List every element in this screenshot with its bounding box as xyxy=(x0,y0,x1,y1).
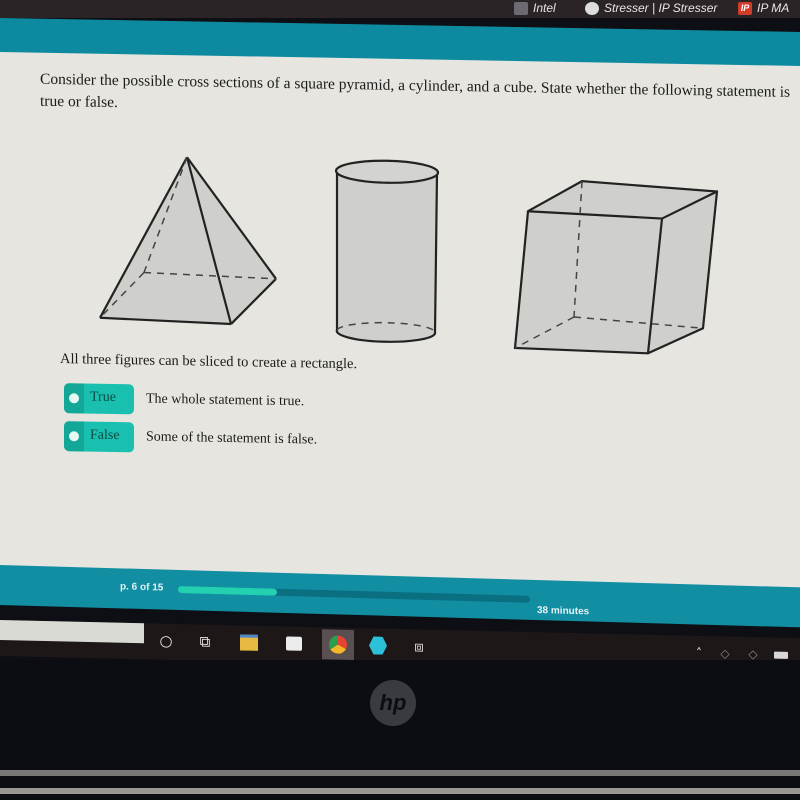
true-button[interactable]: True xyxy=(64,383,134,415)
laptop-hinge xyxy=(0,770,800,776)
progress-fill xyxy=(178,585,277,596)
store-icon[interactable] xyxy=(283,632,305,654)
task-view-icon[interactable]: ⧉ xyxy=(194,630,216,652)
square-pyramid-figure xyxy=(99,156,277,326)
bookmark-stresser[interactable]: Stresser | IP Stresser xyxy=(585,0,717,16)
x-icon xyxy=(514,1,528,15)
browser-bookmarks-bar: Intel Stresser | IP Stresser IP IP MA xyxy=(0,0,800,18)
cylinder-figure xyxy=(334,159,440,343)
false-button[interactable]: False xyxy=(64,421,134,453)
option-false[interactable]: False Some of the statement is false. xyxy=(64,421,317,455)
bookmark-intel[interactable]: Intel xyxy=(514,0,556,16)
figures xyxy=(99,156,719,355)
question-page: Consider the possible cross sections of … xyxy=(0,52,800,596)
radio-circle-icon xyxy=(69,393,79,404)
ip-icon: IP xyxy=(738,1,752,15)
file-explorer-icon[interactable] xyxy=(238,631,260,653)
true-description: The whole statement is true. xyxy=(146,391,305,410)
bookmark-label: Stresser | IP Stresser xyxy=(604,1,718,15)
page-indicator: p. 6 of 15 xyxy=(120,581,164,594)
radio-circle-icon xyxy=(69,431,79,442)
app-hexagon-icon[interactable] xyxy=(367,634,389,656)
hp-logo: hp xyxy=(370,680,416,726)
time-remaining: 38 minutes xyxy=(537,604,590,618)
bookmark-label: IP MA xyxy=(757,1,790,15)
chrome-icon[interactable] xyxy=(322,629,354,661)
true-label: True xyxy=(90,389,116,406)
progress-bar xyxy=(178,585,530,603)
cortana-circle-icon[interactable]: ○ xyxy=(155,630,177,652)
bookmark-ip-ma[interactable]: IP IP MA xyxy=(738,0,789,16)
option-true[interactable]: True The whole statement is true. xyxy=(64,383,304,417)
cube-figure xyxy=(513,180,719,355)
stresser-icon xyxy=(585,1,599,15)
connect-icon[interactable]: ⧈ xyxy=(408,635,430,657)
false-description: Some of the statement is false. xyxy=(146,429,318,448)
false-label: False xyxy=(90,427,120,444)
laptop-base-edge xyxy=(0,788,800,794)
bookmark-label: Intel xyxy=(533,1,556,15)
